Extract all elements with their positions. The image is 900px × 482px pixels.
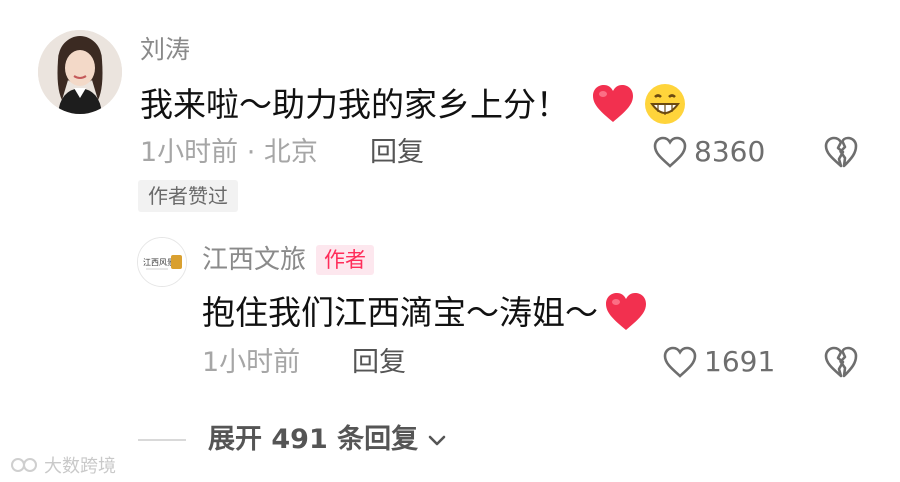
reply-reply-button[interactable]: 回复: [352, 349, 406, 376]
divider: [138, 438, 186, 441]
author-tag: 作者: [316, 245, 375, 275]
reply-text: 抱住我们江西滴宝～涛姐～: [202, 292, 598, 332]
comment-time-location: 1小时前 · 北京: [140, 137, 318, 168]
broken-heart-icon: [823, 345, 859, 379]
expand-replies-label: 展开 491 条回复: [208, 424, 419, 455]
avatar[interactable]: [38, 30, 122, 114]
expand-replies-button[interactable]: 展开 491 条回复: [138, 426, 448, 453]
reply-dislike-button[interactable]: [823, 345, 859, 383]
red-heart-icon: [591, 84, 635, 124]
reply-header: 江西文旅 作者: [202, 245, 375, 275]
like-count: 8360: [694, 135, 766, 168]
comment-body: 我来啦～助力我的家乡上分！: [140, 82, 687, 126]
chevron-down-icon: [426, 429, 448, 451]
comment-thread: 刘涛 我来啦～助力我的家乡上分！ 1小时前 · 北京 回复 8360 作者赞过 …: [0, 0, 900, 482]
reply-body: 抱住我们江西滴宝～涛姐～: [202, 292, 648, 332]
dislike-button[interactable]: [823, 135, 859, 173]
watermark-text: 大数跨境: [44, 456, 116, 477]
reply-like-count: 1691: [704, 345, 776, 378]
reply-button[interactable]: 回复: [370, 139, 424, 166]
comment-text: 我来啦～助力我的家乡上分！: [140, 84, 569, 124]
watermark: 大数跨境: [10, 452, 116, 478]
broken-heart-icon: [823, 135, 859, 169]
heart-outline-icon: [662, 345, 698, 379]
reply-time: 1小时前: [202, 347, 301, 378]
heart-outline-icon: [652, 135, 688, 169]
reply-avatar[interactable]: 江西风景: [137, 237, 187, 287]
reply-like-button[interactable]: 1691: [662, 345, 775, 379]
watermark-logo-icon: [10, 454, 40, 476]
reply-username[interactable]: 江西文旅: [202, 247, 306, 273]
author-liked-badge: 作者赞过: [138, 180, 238, 212]
svg-text:江西风景: 江西风景: [143, 258, 175, 267]
like-button[interactable]: 8360: [652, 135, 765, 169]
grinning-face-icon: [643, 82, 687, 126]
comment-username[interactable]: 刘涛: [140, 37, 190, 62]
red-heart-icon: [604, 292, 648, 332]
